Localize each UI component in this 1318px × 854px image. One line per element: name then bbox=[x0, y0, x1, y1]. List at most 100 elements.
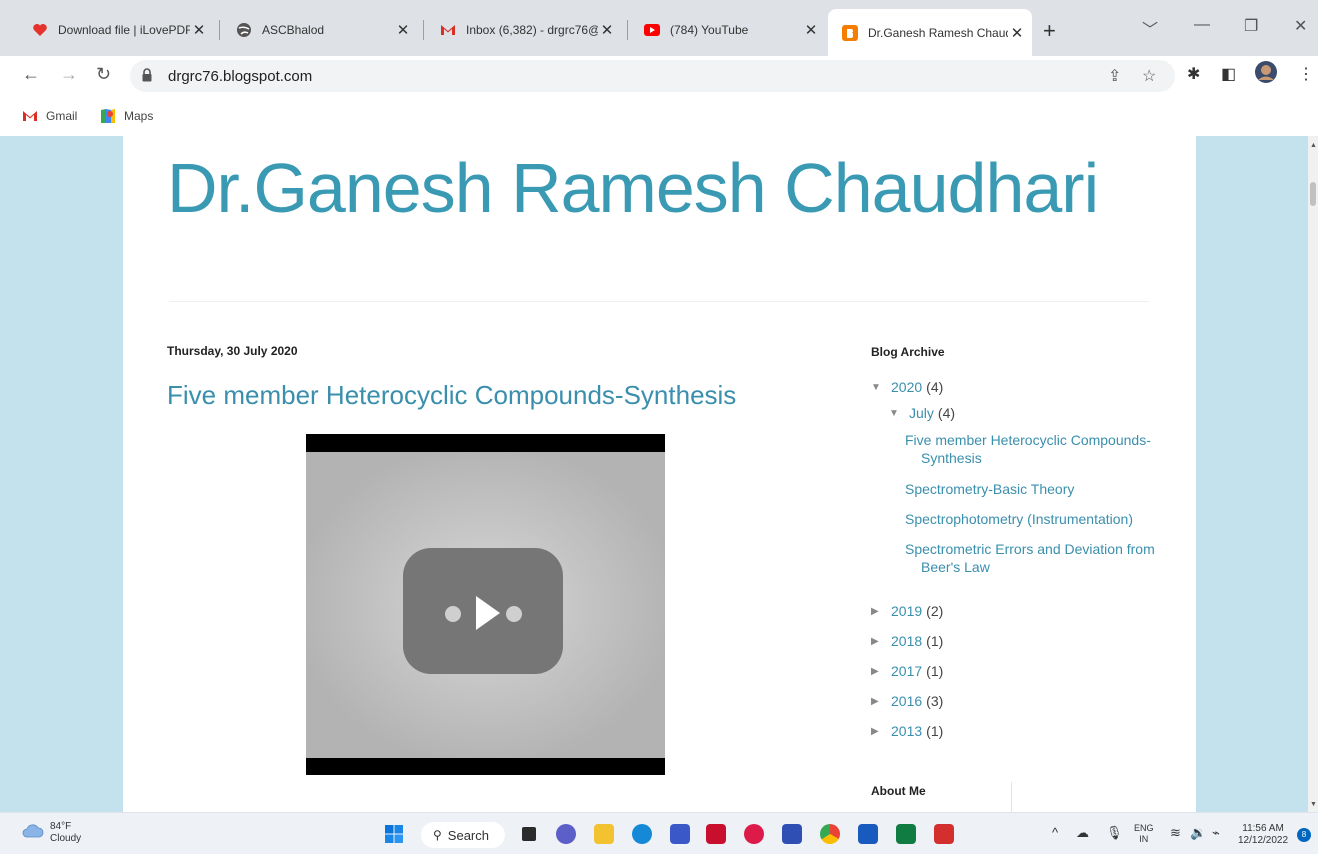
loading-dot-icon bbox=[506, 606, 522, 622]
archive-year-2018[interactable]: ▶ 2018 (1) bbox=[871, 633, 943, 649]
embedded-video[interactable] bbox=[306, 434, 665, 775]
show-hidden-icons-chevron-icon[interactable]: ^ bbox=[1052, 825, 1058, 840]
archive-year-2013[interactable]: ▶ 2013 (1) bbox=[871, 723, 943, 739]
notification-badge[interactable]: 8 bbox=[1297, 828, 1311, 842]
archive-year-2016[interactable]: ▶ 2016 (3) bbox=[871, 693, 943, 709]
chat-icon[interactable] bbox=[556, 824, 576, 844]
tab-title: Download file | iLovePDF bbox=[58, 23, 190, 37]
edge-icon[interactable] bbox=[632, 824, 652, 844]
tab-youtube[interactable]: (784) YouTube ✕ bbox=[630, 13, 826, 47]
restore-icon[interactable]: ❐ bbox=[1244, 16, 1258, 36]
page-scrollbar[interactable]: ▲ ▼ bbox=[1308, 136, 1318, 812]
archive-year-link[interactable]: 2013 bbox=[891, 723, 922, 739]
profile-avatar-icon[interactable] bbox=[1254, 60, 1278, 89]
blog-content: Dr.Ganesh Ramesh Chaudhari Thursday, 30 … bbox=[123, 136, 1196, 812]
archive-year-link[interactable]: 2017 bbox=[891, 663, 922, 679]
blogger-icon bbox=[842, 24, 858, 41]
weather-widget[interactable]: 84°F Cloudy bbox=[22, 821, 81, 845]
new-tab-button[interactable]: + bbox=[1043, 18, 1056, 44]
loading-dot-icon bbox=[445, 606, 461, 622]
archive-year-link[interactable]: 2016 bbox=[891, 693, 922, 709]
bookmark-gmail[interactable]: Gmail bbox=[22, 108, 77, 124]
browser-menu-icon[interactable]: ⋮ bbox=[1298, 64, 1314, 84]
tab-search-chevron-icon[interactable]: ﹀ bbox=[1142, 16, 1158, 40]
archive-post-link[interactable]: Spectrophotometry (Instrumentation) bbox=[905, 510, 1155, 528]
weather-condition: Cloudy bbox=[50, 833, 82, 844]
archive-year-link[interactable]: 2019 bbox=[891, 603, 922, 619]
minimize-icon[interactable]: — bbox=[1194, 16, 1210, 34]
reload-icon[interactable]: ↻ bbox=[96, 64, 111, 85]
video-thumbnail bbox=[306, 452, 665, 758]
tab-gmail-inbox[interactable]: Inbox (6,382) - drgrc76@gmail.com ✕ bbox=[426, 13, 622, 47]
weather-temp: 84°F bbox=[50, 821, 72, 832]
archive-year-link[interactable]: 2018 bbox=[891, 633, 922, 649]
tab-blogger-active[interactable]: Dr.Ganesh Ramesh Chaudhari ✕ bbox=[828, 9, 1032, 56]
mcafee-icon[interactable] bbox=[706, 824, 726, 844]
extensions-puzzle-icon[interactable]: ✱ bbox=[1187, 64, 1200, 84]
close-icon[interactable]: ✕ bbox=[394, 21, 412, 39]
post-title-link[interactable]: Five member Heterocyclic Compounds-Synth… bbox=[167, 380, 736, 411]
expanded-triangle-icon[interactable]: ▼ bbox=[889, 408, 909, 419]
excel-icon[interactable] bbox=[896, 824, 916, 844]
language-indicator[interactable]: ENG IN bbox=[1134, 823, 1154, 845]
video-play-button[interactable] bbox=[403, 548, 563, 674]
microphone-icon[interactable]: 🎙 bbox=[1106, 825, 1123, 841]
lock-icon bbox=[142, 68, 152, 82]
collapsed-triangle-icon[interactable]: ▶ bbox=[871, 726, 891, 737]
tab-divider bbox=[423, 20, 424, 40]
chrome-icon[interactable] bbox=[820, 824, 840, 844]
scrollbar-thumb[interactable] bbox=[1310, 182, 1316, 206]
volume-icon[interactable]: 🔉 bbox=[1190, 825, 1206, 841]
url-text[interactable]: drgrc76.blogspot.com bbox=[168, 68, 312, 85]
pdf-reader-icon[interactable] bbox=[934, 824, 954, 844]
windows-start-icon[interactable] bbox=[384, 824, 404, 844]
file-explorer-icon[interactable] bbox=[594, 824, 614, 844]
wifi-icon[interactable]: ≋ bbox=[1170, 825, 1181, 841]
side-panel-icon[interactable]: ◧ bbox=[1221, 64, 1236, 84]
task-view-icon[interactable] bbox=[522, 827, 536, 841]
collapsed-triangle-icon[interactable]: ▶ bbox=[871, 666, 891, 677]
store-icon[interactable] bbox=[782, 824, 802, 844]
collapsed-triangle-icon[interactable]: ▶ bbox=[871, 696, 891, 707]
onedrive-cloud-icon[interactable]: ☁ bbox=[1076, 825, 1089, 841]
tab-ilovepdf[interactable]: Download file | iLovePDF ✕ bbox=[18, 13, 214, 47]
word-icon[interactable] bbox=[858, 824, 878, 844]
scroll-down-icon[interactable]: ▼ bbox=[1310, 801, 1317, 808]
search-label: Search bbox=[447, 827, 489, 843]
scroll-up-icon[interactable]: ▲ bbox=[1310, 142, 1317, 149]
tab-ascbhalod[interactable]: ASCBhalod ✕ bbox=[222, 13, 418, 47]
photos-icon[interactable] bbox=[670, 824, 690, 844]
angular-icon[interactable] bbox=[744, 824, 764, 844]
close-window-icon[interactable]: ✕ bbox=[1294, 16, 1307, 36]
bookmark-star-icon[interactable]: ☆ bbox=[1142, 66, 1156, 86]
battery-icon[interactable]: ⌁ bbox=[1212, 825, 1220, 841]
gmail-icon bbox=[440, 22, 456, 38]
collapsed-triangle-icon[interactable]: ▶ bbox=[871, 636, 891, 647]
address-bar[interactable]: drgrc76.blogspot.com ⇪ ☆ bbox=[130, 60, 1175, 92]
archive-year-2019[interactable]: ▶ 2019 (2) bbox=[871, 603, 943, 619]
back-arrow-icon[interactable]: ← bbox=[22, 64, 40, 85]
bookmark-maps[interactable]: Maps bbox=[100, 108, 153, 124]
collapsed-triangle-icon[interactable]: ▶ bbox=[871, 606, 891, 617]
archive-post-link[interactable]: Spectrometric Errors and Deviation from … bbox=[905, 540, 1155, 576]
archive-post-link[interactable]: Spectrometry-Basic Theory bbox=[905, 480, 1155, 498]
forward-arrow-icon[interactable]: → bbox=[60, 64, 78, 85]
archive-post-link[interactable]: Five member Heterocyclic Compounds-Synth… bbox=[905, 431, 1155, 467]
close-icon[interactable]: ✕ bbox=[1008, 24, 1026, 42]
close-icon[interactable]: ✕ bbox=[598, 21, 616, 39]
archive-month-link[interactable]: July bbox=[909, 405, 934, 421]
close-icon[interactable]: ✕ bbox=[190, 21, 208, 39]
archive-year-2017[interactable]: ▶ 2017 (1) bbox=[871, 663, 943, 679]
close-icon[interactable]: ✕ bbox=[802, 21, 820, 39]
archive-year-link[interactable]: 2020 bbox=[891, 379, 922, 395]
blog-sidebar: Blog Archive ▼ 2020 (4) ▼ July (4) Five … bbox=[871, 136, 1171, 812]
share-icon[interactable]: ⇪ bbox=[1108, 66, 1121, 86]
clock[interactable]: 11:56 AM 12/12/2022 bbox=[1238, 823, 1288, 847]
archive-year-2020[interactable]: ▼ 2020 (4) bbox=[871, 379, 943, 395]
taskbar-search[interactable]: ⚲ Search bbox=[421, 822, 505, 848]
archive-count: (1) bbox=[926, 663, 944, 679]
expanded-triangle-icon[interactable]: ▼ bbox=[871, 382, 891, 393]
archive-month-july[interactable]: ▼ July (4) bbox=[889, 405, 955, 421]
tab-title: ASCBhalod bbox=[262, 23, 325, 37]
bookmarks-bar: Gmail Maps bbox=[0, 96, 1318, 136]
